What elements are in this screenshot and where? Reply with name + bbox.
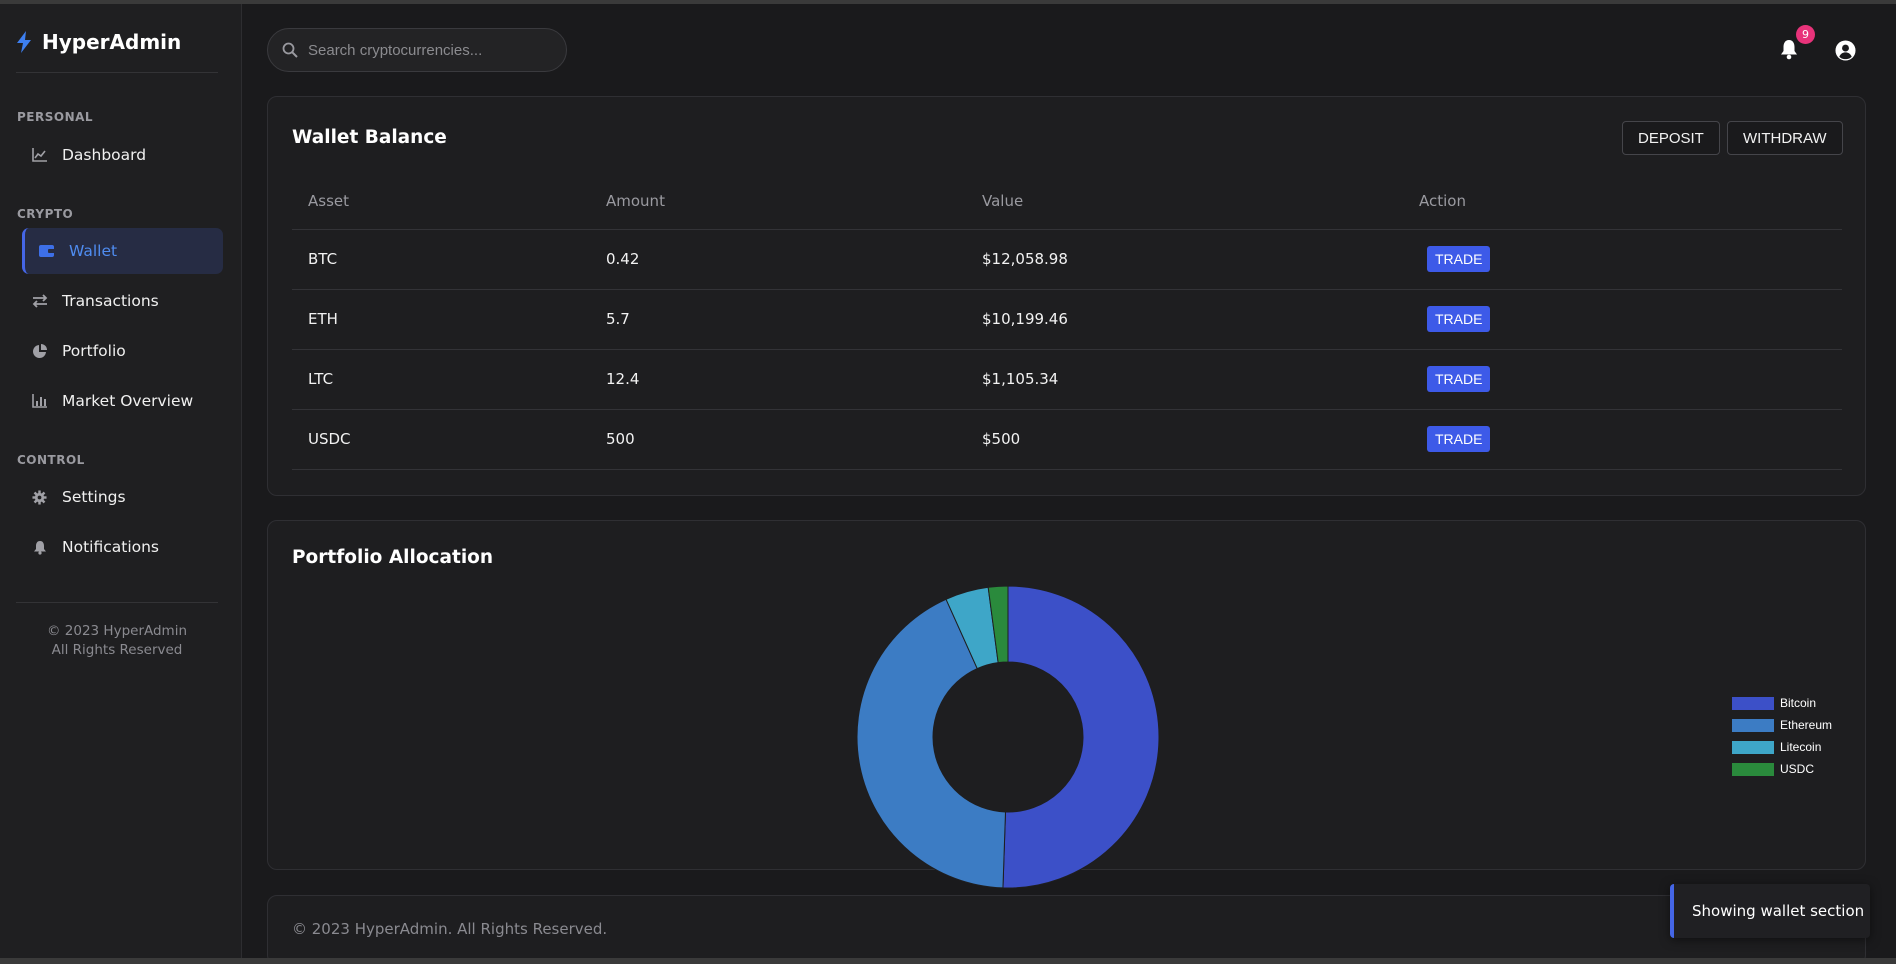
table-row: USDC 500 $500 TRADE xyxy=(292,409,1842,470)
column-header-value: Value xyxy=(966,173,1403,230)
chart-legend: Bitcoin Ethereum Litecoin USDC xyxy=(1732,692,1832,780)
toast-notification: Showing wallet section xyxy=(1670,884,1870,938)
user-menu-button[interactable] xyxy=(1832,37,1858,63)
value-cell: $1,105.34 xyxy=(966,349,1403,410)
exchange-icon xyxy=(31,293,48,310)
bolt-icon xyxy=(17,31,31,53)
search-input[interactable] xyxy=(308,41,548,59)
sidebar-item-label: Settings xyxy=(62,488,126,506)
legend-label: Litecoin xyxy=(1780,740,1822,754)
legend-item[interactable]: Ethereum xyxy=(1732,714,1832,736)
portfolio-donut-chart xyxy=(856,585,1160,889)
sidebar-item-market-overview[interactable]: Market Overview xyxy=(22,378,223,424)
sidebar-item-wallet[interactable]: Wallet xyxy=(22,228,223,274)
toast-text: Showing wallet section xyxy=(1692,902,1865,920)
action-cell: TRADE xyxy=(1403,349,1842,410)
portfolio-allocation-title: Portfolio Allocation xyxy=(292,547,494,568)
section-label-control: CONTROL xyxy=(17,453,85,467)
column-header-action: Action xyxy=(1403,173,1842,230)
amount-cell: 12.4 xyxy=(590,349,966,410)
wallet-table: Asset Amount Value Action BTC 0.42 $12,0… xyxy=(292,173,1842,470)
sidebar-item-label: Notifications xyxy=(62,538,160,556)
sidebar-item-label: Wallet xyxy=(69,242,118,260)
value-cell: $12,058.98 xyxy=(966,229,1403,290)
wallet-icon xyxy=(38,243,55,260)
action-cell: TRADE xyxy=(1403,229,1842,290)
sidebar-copyright-line1: © 2023 HyperAdmin xyxy=(46,623,188,639)
column-header-asset: Asset xyxy=(292,173,590,230)
user-circle-icon xyxy=(1834,39,1856,61)
withdraw-button[interactable]: WITHDRAW xyxy=(1727,121,1843,155)
notification-badge: 9 xyxy=(1796,25,1815,44)
trade-button[interactable]: TRADE xyxy=(1427,426,1491,452)
table-row: LTC 12.4 $1,105.34 TRADE xyxy=(292,349,1842,410)
brand-logo[interactable]: HyperAdmin xyxy=(16,30,181,54)
legend-swatch xyxy=(1732,762,1774,776)
search-icon xyxy=(282,42,298,58)
table-row: BTC 0.42 $12,058.98 TRADE xyxy=(292,229,1842,290)
legend-label: Bitcoin xyxy=(1780,696,1817,710)
trade-button[interactable]: TRADE xyxy=(1427,306,1491,332)
legend-label: USDC xyxy=(1780,762,1815,776)
bar-chart-icon xyxy=(31,393,48,410)
sidebar-item-label: Portfolio xyxy=(62,342,126,360)
legend-item[interactable]: Litecoin xyxy=(1732,736,1832,758)
asset-cell: ETH xyxy=(292,289,590,350)
sidebar-item-label: Transactions xyxy=(62,292,159,310)
window-top-border xyxy=(0,0,1896,4)
bell-icon xyxy=(1781,40,1797,60)
window-bottom-border xyxy=(0,958,1896,964)
brand-name: HyperAdmin xyxy=(42,30,182,54)
asset-cell: BTC xyxy=(292,229,590,290)
sidebar: HyperAdmin PERSONAL Dashboard CRYPTO Wal… xyxy=(0,4,242,958)
legend-label: Ethereum xyxy=(1780,718,1833,732)
deposit-button[interactable]: DEPOSIT xyxy=(1622,121,1720,155)
donut-slice-bitcoin[interactable] xyxy=(1002,585,1160,889)
asset-cell: USDC xyxy=(292,409,590,470)
action-cell: TRADE xyxy=(1403,289,1842,350)
sidebar-item-dashboard[interactable]: Dashboard xyxy=(22,132,223,178)
divider xyxy=(16,72,218,73)
sidebar-copyright: © 2023 HyperAdmin All Rights Reserved xyxy=(16,622,218,660)
asset-cell: LTC xyxy=(292,349,590,410)
wallet-balance-card: Wallet Balance DEPOSIT WITHDRAW Asset Am… xyxy=(267,96,1866,496)
amount-cell: 500 xyxy=(590,409,966,470)
sidebar-item-portfolio[interactable]: Portfolio xyxy=(22,328,223,374)
wallet-balance-title: Wallet Balance xyxy=(292,127,447,148)
legend-item[interactable]: Bitcoin xyxy=(1732,692,1832,714)
bell-icon xyxy=(31,539,48,556)
table-header-row: Asset Amount Value Action xyxy=(292,173,1842,230)
legend-swatch xyxy=(1732,718,1774,732)
section-label-personal: PERSONAL xyxy=(17,110,94,124)
amount-cell: 5.7 xyxy=(590,289,966,350)
gear-icon xyxy=(31,489,48,506)
sidebar-item-notifications[interactable]: Notifications xyxy=(22,524,223,570)
legend-swatch xyxy=(1732,696,1774,710)
column-header-amount: Amount xyxy=(590,173,966,230)
sidebar-item-transactions[interactable]: Transactions xyxy=(22,278,223,324)
legend-item[interactable]: USDC xyxy=(1732,758,1832,780)
chart-line-icon xyxy=(31,147,48,164)
search-bar[interactable] xyxy=(267,28,567,72)
sidebar-item-label: Dashboard xyxy=(62,146,147,164)
pie-chart-icon xyxy=(31,343,48,360)
trade-button[interactable]: TRADE xyxy=(1427,246,1491,272)
amount-cell: 0.42 xyxy=(590,229,966,290)
value-cell: $10,199.46 xyxy=(966,289,1403,350)
divider xyxy=(16,602,218,603)
page-footer: © 2023 HyperAdmin. All Rights Reserved. xyxy=(267,895,1866,964)
value-cell: $500 xyxy=(966,409,1403,470)
sidebar-copyright-line2: All Rights Reserved xyxy=(51,642,183,658)
sidebar-item-label: Market Overview xyxy=(62,392,194,410)
legend-swatch xyxy=(1732,740,1774,754)
sidebar-item-settings[interactable]: Settings xyxy=(22,474,223,520)
footer-copyright: © 2023 HyperAdmin. All Rights Reserved. xyxy=(292,920,608,938)
table-row: ETH 5.7 $10,199.46 TRADE xyxy=(292,289,1842,350)
trade-button[interactable]: TRADE xyxy=(1427,366,1491,392)
section-label-crypto: CRYPTO xyxy=(17,207,74,221)
action-cell: TRADE xyxy=(1403,409,1842,470)
